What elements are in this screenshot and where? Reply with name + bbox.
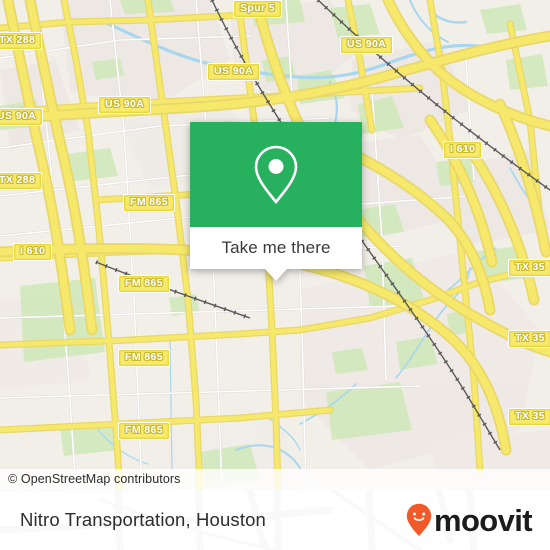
road-shield: TX 35 [508,330,550,348]
popup-tail [265,269,287,281]
take-me-there-button[interactable]: Take me there [190,227,362,281]
moovit-brand[interactable]: moovit [406,502,533,538]
road-shield: TX 35 [508,259,550,277]
road-shield: US 90A [207,63,261,81]
road-shield: FM 865 [118,349,170,367]
road-shield: US 90A [98,96,152,114]
road-shield: US 90A [340,36,394,54]
moovit-place-card: .mj { stroke:#f5e86a; stroke-linecap:rou… [0,0,550,550]
popup-icon-area [190,122,362,227]
road-shield: TX 35 [508,408,550,426]
road-shield: I 610 [13,243,53,261]
road-shield: TX 288 [0,172,43,190]
road-shield: Spur 5 [233,0,283,18]
moovit-wordmark: moovit [433,502,533,538]
road-shield: FM 865 [118,422,170,440]
take-me-there-popup[interactable]: Take me there [190,122,362,281]
place-title: Nitro Transportation, Houston [20,509,266,530]
road-shield: TX 288 [0,32,43,50]
road-shield: FM 865 [118,275,170,293]
footer-bar: Nitro Transportation, Houston moovit [0,490,550,550]
moovit-smiley-pin-icon [406,503,432,537]
location-pin-icon [254,145,298,204]
road-shield: FM 865 [123,194,175,212]
map-attribution: © OpenStreetMap contributors [0,469,550,490]
road-shield: I 610 [443,141,483,159]
road-shield: US 90A [0,108,44,126]
take-me-there-label: Take me there [221,238,331,257]
